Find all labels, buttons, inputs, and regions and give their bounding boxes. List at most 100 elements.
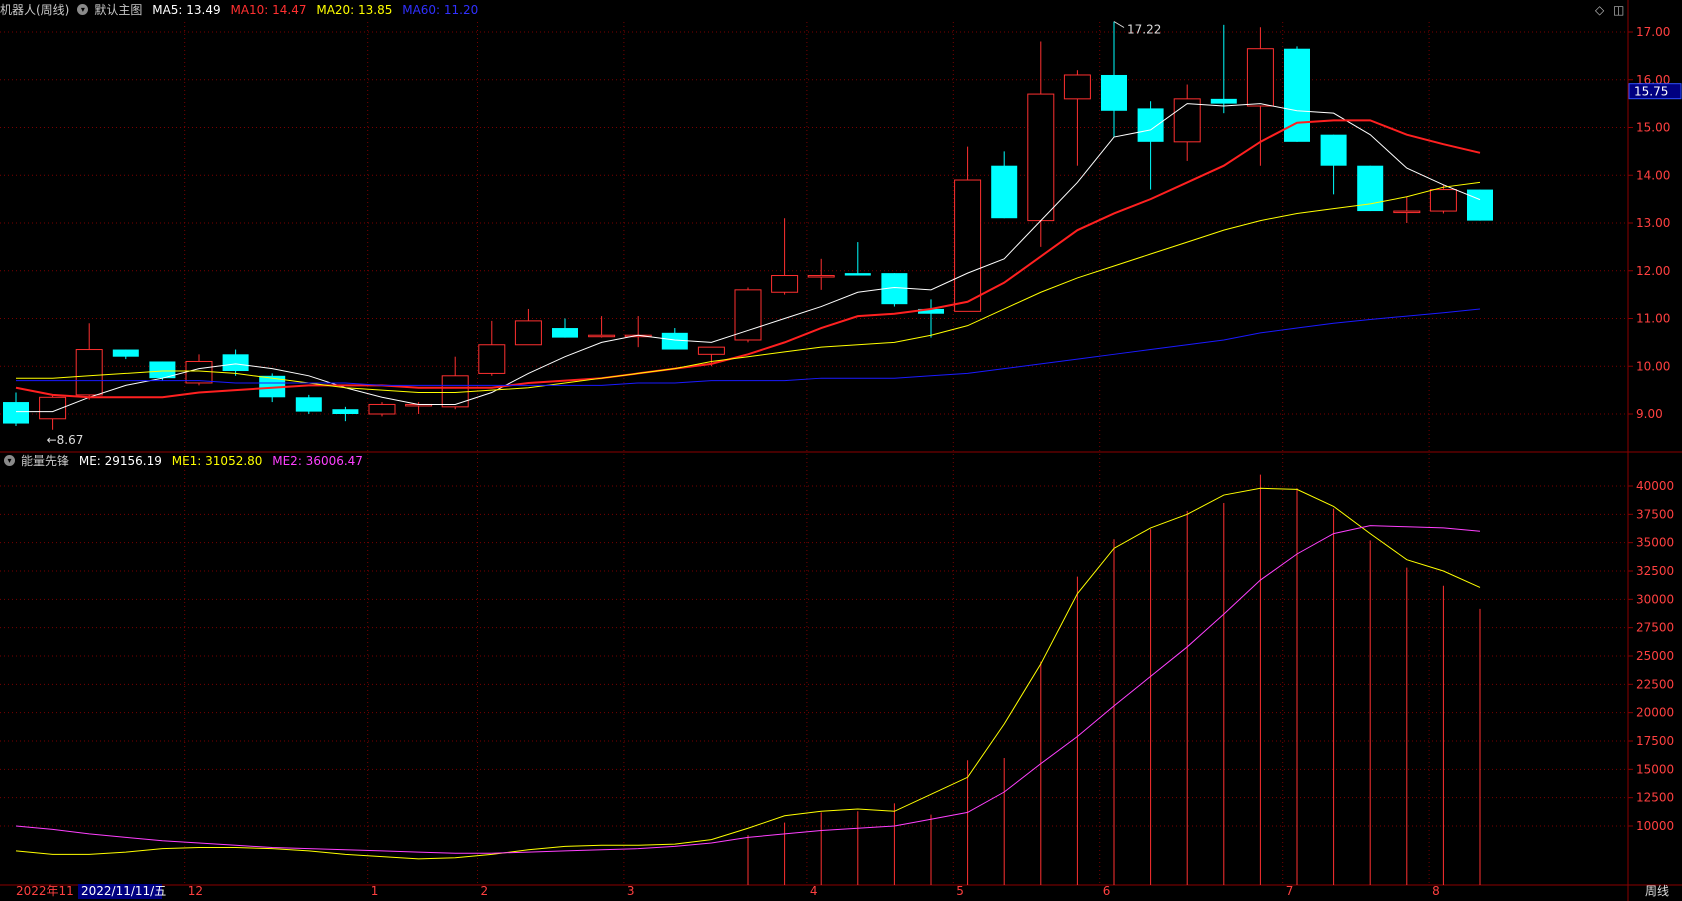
candle [552,318,578,338]
price-tick-label: 12.00 [1636,264,1670,278]
price-tick-label: 15.00 [1636,121,1670,135]
candle [295,394,322,414]
candle-body [1173,98,1201,143]
candle-body [844,273,871,276]
price-tick-label: 13.00 [1636,216,1670,230]
template-name[interactable]: 默认主图 [94,3,142,17]
volume-panel-header: ▾ 能量先锋 ME: 29156.19 ME1: 31052.80 ME2: 36… [0,451,369,471]
volume-tick-label: 20000 [1636,706,1674,720]
candle-body [185,360,213,384]
volume-tick-label: 17500 [1636,734,1674,748]
diamond-icon[interactable]: ◇ [1595,3,1604,17]
indicator-name[interactable]: 能量先锋 [21,454,69,468]
candle [954,146,982,312]
price-tick-label: 11.00 [1636,312,1670,326]
candle [1320,134,1347,195]
candle-body [661,332,688,350]
candle [1173,84,1201,161]
x-month-label: 12 [188,884,203,898]
candle [332,406,359,422]
candle-body [3,402,29,424]
candle-body [771,275,799,293]
candle [75,323,103,400]
volume-tick-label: 15000 [1636,762,1674,776]
legend-ma5: MA5: 13.49 [152,3,221,17]
window-icon[interactable]: ◫ [1613,3,1624,17]
candle-body [1393,210,1421,214]
candle-body [1101,74,1127,111]
x-month-label: 7 [1286,884,1294,898]
candle [807,258,835,290]
legend-ma60: MA60: 11.20 [402,3,479,17]
candle [1101,21,1127,138]
volume-tick-label: 40000 [1636,479,1674,493]
x-month-label: 6 [1103,884,1111,898]
settings-circle-icon[interactable]: ▾ [77,4,89,15]
candle [734,287,762,343]
x-month-label: 8 [1432,884,1440,898]
price-tick-label: 17.00 [1636,25,1670,39]
price-panel-header: 机器人(周线) ▾ 默认主图 MA5: 13.49 MA10: 14.47 MA20… [0,0,484,20]
x-month-label: 2 [481,884,489,898]
candle-body [478,344,506,374]
candle-body [1063,74,1091,100]
volume-tick-label: 25000 [1636,649,1674,663]
candle [588,316,616,338]
x-start-label: 2022年11 [16,884,74,898]
candle-body [514,320,542,346]
candle [1137,101,1164,190]
candle-body [1429,189,1457,212]
candle [3,392,29,426]
volume-tick-label: 22500 [1636,677,1674,691]
x-month-label: 4 [810,884,818,898]
candle [881,273,908,307]
legend-me1: ME1: 31052.80 [171,454,263,468]
candle-body [807,275,835,278]
x-month-label: 3 [627,884,635,898]
x-month-label: 5 [956,884,964,898]
candle-body [1210,98,1237,104]
candle [991,151,1018,219]
candle-body [441,375,469,408]
volume-tick-label: 37500 [1636,507,1674,521]
stock-name[interactable]: 机器人(周线) [0,3,69,17]
candle-body [1246,48,1274,107]
volume-tick-label: 27500 [1636,621,1674,635]
high-pointer [1113,21,1125,28]
candle-body [1467,189,1493,221]
high-annotation: 17.22 [1127,22,1161,36]
candle [514,308,542,346]
candle-body [1320,134,1347,166]
candle [1063,70,1091,166]
candle [1467,189,1493,221]
legend-ma10: MA10: 14.47 [230,3,307,17]
candle [478,320,506,376]
price-tick-label: 14.00 [1636,168,1670,182]
candle [39,394,67,430]
volume-tick-label: 30000 [1636,592,1674,606]
settings-circle-icon[interactable]: ▾ [4,455,15,466]
legend-ma20: MA20: 13.85 [316,3,393,17]
volume-tick-label: 35000 [1636,536,1674,550]
volume-tick-label: 10000 [1636,819,1674,833]
candle-body [112,349,139,357]
candle-body [1137,108,1164,142]
legend-me2: ME2: 36006.47 [272,454,363,468]
candle-body [588,334,616,338]
candle-body [552,328,578,338]
candle [1027,41,1055,247]
candle-body [991,165,1018,219]
period-label: 周线 [1645,884,1669,898]
candle [1393,196,1421,223]
candle-body [368,403,396,415]
candle-body [954,179,982,312]
volume-tick-label: 32500 [1636,564,1674,578]
legend-me: ME: 29156.19 [78,454,162,468]
candle-body [222,354,249,372]
price-tick-label: 9.00 [1636,407,1663,421]
candle [405,402,433,414]
cursor-date-label: 2022/11/11/五 [81,884,166,898]
candle-body [75,349,103,396]
current-price-label: 15.75 [1634,85,1668,99]
low-annotation: ←8.67 [47,433,84,447]
